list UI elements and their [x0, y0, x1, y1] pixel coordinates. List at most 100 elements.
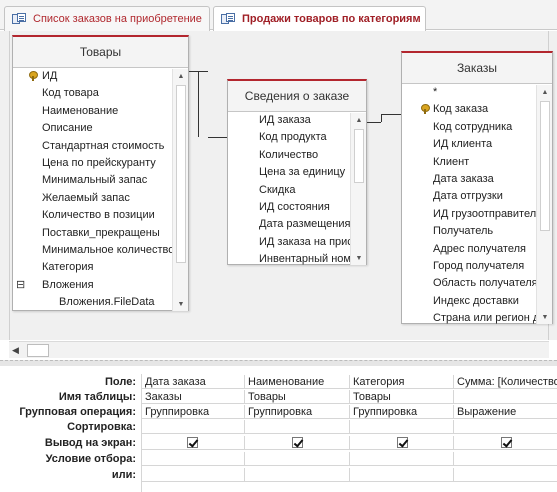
- table-field[interactable]: ИД клиента: [402, 136, 552, 153]
- grid-cell-total[interactable]: Выражение: [454, 405, 557, 419]
- grid-cell-criteria[interactable]: [142, 452, 245, 466]
- table-field[interactable]: ИД заказа на прис: [228, 234, 366, 251]
- table-field[interactable]: Наименование: [13, 103, 188, 120]
- tab-purchase-orders[interactable]: Список заказов на приобретение: [4, 6, 210, 31]
- scroll-down-icon[interactable]: ▼: [537, 310, 553, 324]
- table-field[interactable]: Категория: [13, 259, 188, 276]
- table-scrollbar[interactable]: ▲ ▼: [536, 85, 552, 324]
- table-field[interactable]: Дата заказа: [402, 171, 552, 188]
- table-field[interactable]: Вложения.FileData: [13, 294, 188, 311]
- scroll-thumb[interactable]: [27, 344, 49, 357]
- grid-cell-criteria[interactable]: [245, 452, 350, 466]
- table-field[interactable]: Индекс доставки: [402, 293, 552, 310]
- primary-key-icon: [421, 104, 430, 115]
- table-field[interactable]: Клиент: [402, 154, 552, 171]
- table-header[interactable]: Заказы: [402, 53, 552, 84]
- grid-cell-total[interactable]: Группировка: [142, 405, 245, 419]
- table-field[interactable]: Страна или регион д: [402, 310, 552, 327]
- join-line[interactable]: [391, 114, 401, 115]
- table-field[interactable]: Инвентарный ном: [228, 251, 366, 268]
- table-field[interactable]: Минимальный запас: [13, 172, 188, 189]
- table-field[interactable]: Код сотрудника: [402, 119, 552, 136]
- join-line[interactable]: [208, 137, 227, 138]
- table-field[interactable]: Код товара: [13, 85, 188, 102]
- scroll-thumb[interactable]: [354, 129, 364, 183]
- grid-cell-table[interactable]: Товары: [245, 390, 350, 404]
- table-field[interactable]: ИД заказа: [228, 112, 366, 129]
- table-scrollbar[interactable]: ▲ ▼: [350, 113, 366, 265]
- table-order-details[interactable]: Сведения о заказе ИД заказа Код продукта К…: [227, 79, 367, 265]
- table-field[interactable]: Количество в позиции: [13, 207, 188, 224]
- grid-cell-or[interactable]: [142, 468, 245, 482]
- join-line[interactable]: [367, 122, 381, 123]
- table-field[interactable]: Область получателя: [402, 275, 552, 292]
- grid-cell-sort[interactable]: [142, 420, 245, 434]
- table-field[interactable]: Вложения: [13, 277, 188, 294]
- grid-cell-or[interactable]: [245, 468, 350, 482]
- collapse-icon[interactable]: ⊟: [16, 277, 25, 294]
- scroll-down-icon[interactable]: ▼: [351, 251, 367, 265]
- grid-cell-criteria[interactable]: [350, 452, 454, 466]
- grid-cell-field[interactable]: Наименование: [245, 375, 350, 389]
- table-field[interactable]: Цена по прейскуранту: [13, 155, 188, 172]
- design-horizontal-scrollbar[interactable]: ◀: [9, 341, 549, 358]
- scroll-down-icon[interactable]: ▼: [173, 297, 189, 311]
- table-header[interactable]: Товары: [13, 37, 188, 68]
- table-header[interactable]: Сведения о заказе: [228, 81, 366, 112]
- table-field[interactable]: Поставки_прекращены: [13, 225, 188, 242]
- join-line[interactable]: [198, 71, 208, 137]
- table-field[interactable]: Код продукта: [228, 129, 366, 146]
- table-field[interactable]: Желаемый запас: [13, 190, 188, 207]
- table-field[interactable]: Минимальное количество: [13, 242, 188, 259]
- table-field[interactable]: Цена за единицу: [228, 164, 366, 181]
- scroll-up-icon[interactable]: ▲: [173, 69, 189, 83]
- table-field[interactable]: ИД состояния: [228, 199, 366, 216]
- join-line[interactable]: [189, 71, 198, 72]
- grid-cell-table[interactable]: Товары: [350, 390, 454, 404]
- table-field[interactable]: Получатель: [402, 223, 552, 240]
- table-field[interactable]: Стандартная стоимость: [13, 138, 188, 155]
- table-field[interactable]: Описание: [13, 120, 188, 137]
- table-field[interactable]: Город получателя: [402, 258, 552, 275]
- table-field[interactable]: Дата размещения: [228, 216, 366, 233]
- tab-product-sales-by-category[interactable]: Продажи товаров по категориям: [213, 6, 426, 31]
- show-checkbox[interactable]: [397, 437, 408, 448]
- table-field[interactable]: Адрес получателя: [402, 241, 552, 258]
- grid-cell-sort[interactable]: [245, 420, 350, 434]
- join-line[interactable]: [381, 114, 391, 122]
- row-label-criteria: Условие отбора:: [45, 453, 136, 465]
- table-field-list: * Код заказа Код сотрудника ИД клиента Клиен…: [402, 84, 552, 324]
- table-field[interactable]: ИД грузоотправител: [402, 206, 552, 223]
- grid-cell-sort[interactable]: [350, 420, 454, 434]
- scroll-left-icon[interactable]: ◀: [12, 345, 19, 356]
- row-label-or: или:: [111, 469, 136, 481]
- table-orders[interactable]: Заказы * Код заказа Код сотрудника ИД клиен…: [401, 51, 553, 324]
- grid-cell-field[interactable]: Сумма: [Количество: [454, 375, 557, 389]
- table-field[interactable]: ИД: [13, 68, 188, 85]
- grid-cell-table[interactable]: [454, 390, 557, 404]
- scroll-thumb[interactable]: [540, 101, 550, 231]
- grid-cell-or[interactable]: [350, 468, 454, 482]
- query-design-area: Товары ИД Код товара Наименование Описание С…: [0, 31, 557, 340]
- grid-cell-total[interactable]: Группировка: [245, 405, 350, 419]
- table-field[interactable]: Скидка: [228, 182, 366, 199]
- table-field[interactable]: Дата отгрузки: [402, 188, 552, 205]
- grid-cell-or[interactable]: [454, 468, 557, 482]
- scroll-up-icon[interactable]: ▲: [351, 113, 367, 127]
- grid-cell-table[interactable]: Заказы: [142, 390, 245, 404]
- show-checkbox[interactable]: [187, 437, 198, 448]
- table-field[interactable]: Количество: [228, 147, 366, 164]
- grid-cell-field[interactable]: Дата заказа: [142, 375, 245, 389]
- table-field[interactable]: *: [402, 84, 552, 101]
- scroll-thumb[interactable]: [176, 85, 186, 263]
- grid-cell-criteria[interactable]: [454, 452, 557, 466]
- tab-label: Продажи товаров по категориям: [242, 13, 421, 25]
- grid-cell-total[interactable]: Группировка: [350, 405, 454, 419]
- scroll-up-icon[interactable]: ▲: [537, 85, 553, 99]
- show-checkbox[interactable]: [501, 437, 512, 448]
- grid-cell-sort[interactable]: [454, 420, 557, 434]
- grid-cell-field[interactable]: Категория: [350, 375, 454, 389]
- table-tovary[interactable]: Товары ИД Код товара Наименование Описание С…: [12, 35, 189, 311]
- table-scrollbar[interactable]: ▲ ▼: [172, 69, 188, 311]
- show-checkbox[interactable]: [292, 437, 303, 448]
